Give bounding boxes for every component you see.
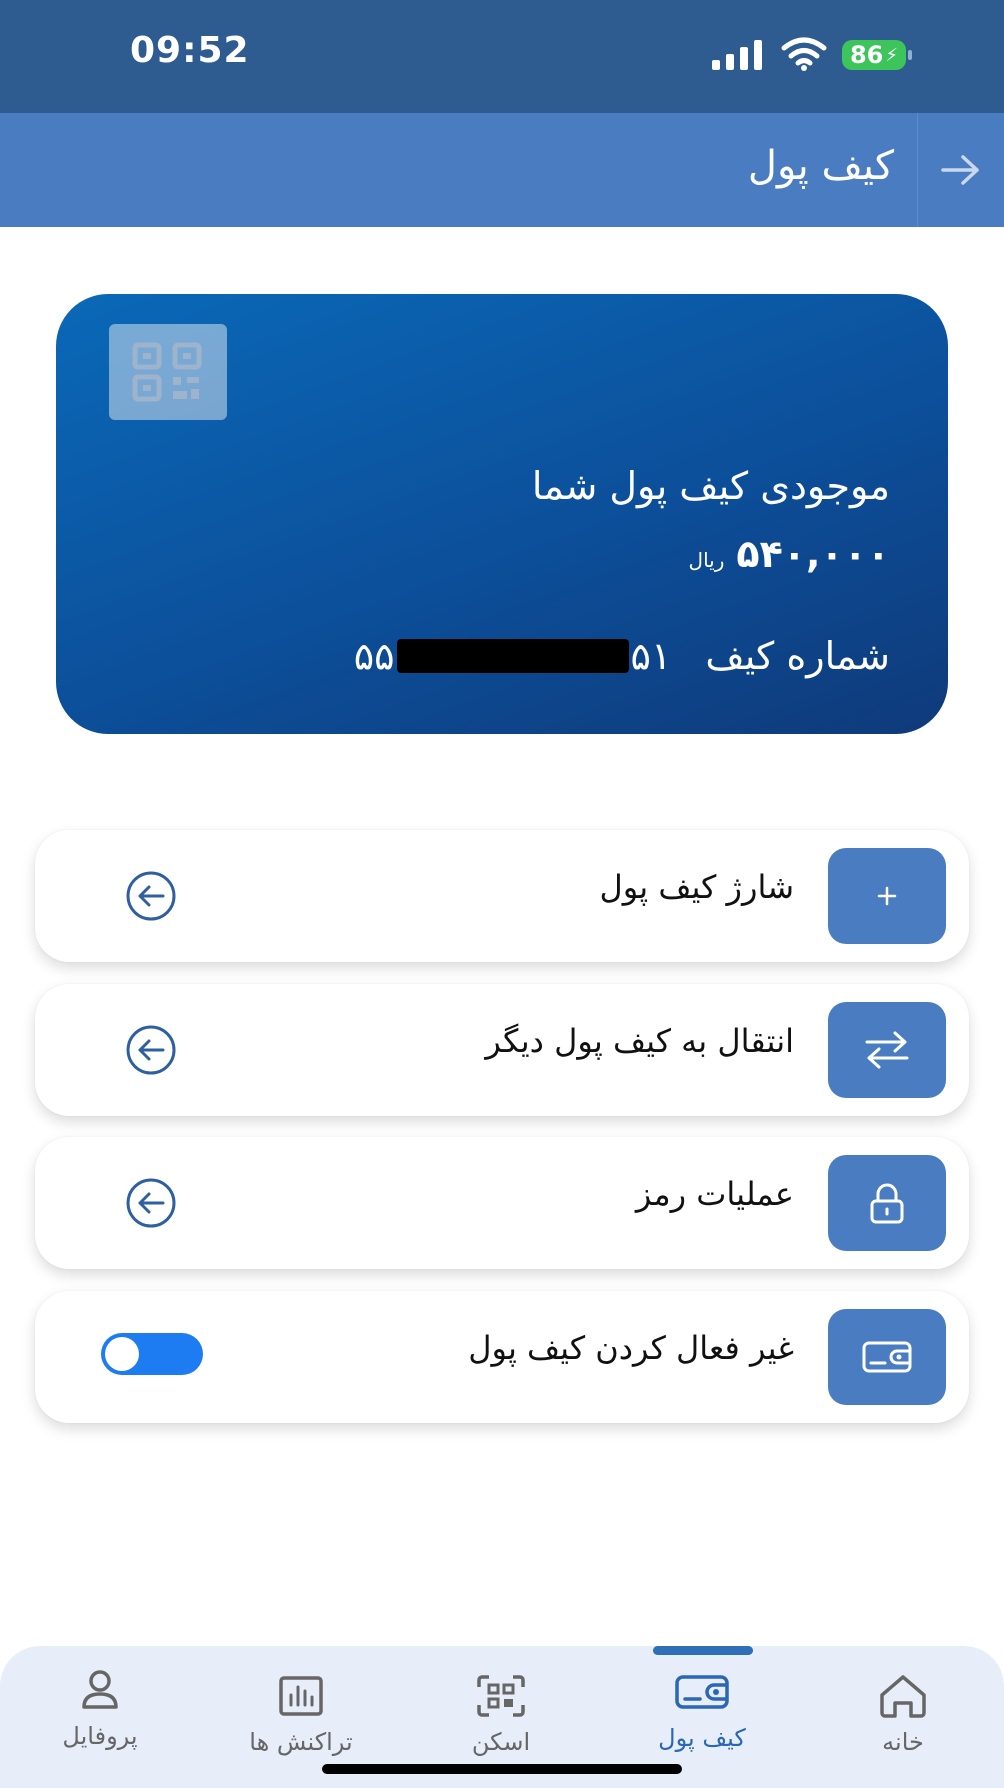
menu-item-label: انتقال به کیف پول دیگر [485, 1022, 794, 1060]
menu-icon-box [828, 848, 946, 944]
balance-amount: ۵۴۰,۰۰۰ [736, 532, 890, 576]
menu-icon-box [828, 1309, 946, 1405]
battery-indicator: 86 ⚡ [842, 40, 912, 70]
nav-label-scan: اسکن [471, 1728, 531, 1756]
wallet-number-row: شماره کیف ۵۵ ۵۱ [354, 634, 890, 678]
menu-item-label: غیر فعال کردن کیف پول [468, 1329, 794, 1367]
wallet-number-prefix: ۵۵ [353, 634, 395, 678]
plus-icon [877, 886, 897, 906]
toggle-knob [105, 1337, 139, 1371]
transfer-icon [865, 1031, 909, 1069]
active-tab-indicator [653, 1646, 753, 1655]
nav-item-scan[interactable]: اسکن [416, 1672, 586, 1756]
home-icon [880, 1675, 926, 1718]
nav-item-transactions[interactable]: تراکنش ها [216, 1672, 386, 1756]
wallet-icon [862, 1341, 912, 1373]
app-bar: کیف پول [0, 113, 1004, 227]
menu-icon-box [828, 1155, 946, 1251]
menu-item-password[interactable]: عملیات رمز [35, 1137, 969, 1269]
nav-label-wallet: کیف پول [658, 1724, 746, 1752]
qr-scan-icon [477, 1675, 525, 1717]
status-bar: 09:52 86 ⚡ [0, 0, 1004, 113]
menu-item-label: شارژ کیف پول [599, 868, 794, 906]
home-indicator [322, 1764, 682, 1774]
nav-item-wallet[interactable]: کیف پول [617, 1668, 787, 1752]
nav-label-home: خانه [882, 1728, 924, 1756]
redaction-bar [396, 639, 629, 673]
wallet-icon [675, 1675, 729, 1709]
nav-item-home[interactable]: خانه [818, 1672, 988, 1756]
charging-bolt-icon: ⚡ [885, 44, 899, 66]
wallet-number-label: شماره کیف [705, 634, 890, 678]
wallet-card: موجودی کیف پول شما ۵۴۰,۰۰۰ ریال شماره کی… [56, 294, 948, 734]
menu-item-charge-wallet[interactable]: شارژ کیف پول [35, 830, 969, 962]
status-time: 09:52 [130, 30, 250, 71]
menu-item-deactivate-wallet: غیر فعال کردن کیف پول [35, 1291, 969, 1423]
wifi-icon [781, 37, 827, 71]
menu-item-label: عملیات رمز [635, 1175, 794, 1213]
lock-icon [870, 1183, 904, 1224]
arrow-right-icon [941, 155, 979, 185]
wallet-number-masked: ۵۵ ۵۱ [354, 634, 672, 678]
arrow-left-circle-icon [126, 871, 176, 921]
nav-label-transactions: تراکنش ها [249, 1728, 353, 1756]
menu-icon-box [828, 1002, 946, 1098]
signal-icon [712, 40, 762, 70]
battery-level: 86 [849, 41, 884, 69]
page-title: کیف پول [747, 143, 894, 189]
balance-label: موجودی کیف پول شما [531, 464, 890, 508]
arrow-left-circle-icon [126, 1025, 176, 1075]
user-icon [82, 1670, 118, 1709]
qr-code-icon [132, 342, 202, 402]
wallet-number-suffix: ۵۱ [630, 634, 672, 678]
balance-amount-row: ۵۴۰,۰۰۰ ریال [689, 532, 890, 576]
deactivate-wallet-toggle[interactable] [101, 1333, 203, 1375]
currency-label: ریال [688, 548, 725, 572]
back-button[interactable] [917, 113, 1004, 227]
qr-code-button[interactable] [109, 324, 227, 420]
nav-label-profile: پروفایل [62, 1722, 138, 1750]
nav-item-profile[interactable]: پروفایل [15, 1666, 185, 1750]
chart-bars-icon [279, 1676, 323, 1716]
arrow-left-circle-icon [126, 1178, 176, 1228]
menu-item-transfer[interactable]: انتقال به کیف پول دیگر [35, 984, 969, 1116]
